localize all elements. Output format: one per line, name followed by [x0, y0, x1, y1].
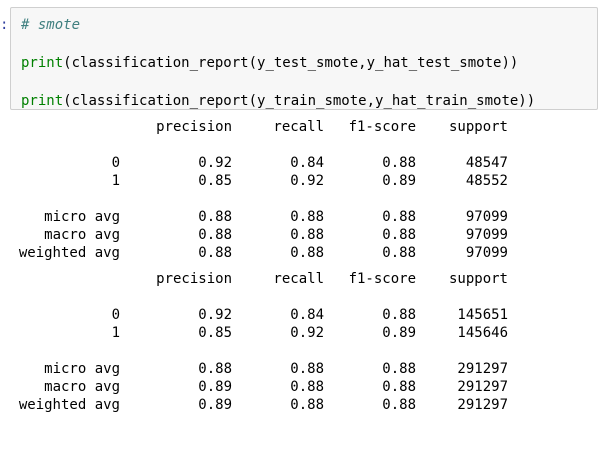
code-line-test-report: print(classification_report(y_test_smote… — [21, 54, 597, 73]
code-comment: # smote — [21, 17, 81, 33]
report-cell-recall: 0.92 — [290, 173, 324, 189]
report-cell-f1: 0.88 — [382, 155, 416, 171]
report-cell-f1: 0.88 — [382, 307, 416, 323]
report-cell-precision: 0.88 — [198, 245, 232, 261]
report-cell-recall: 0.88 — [290, 245, 324, 261]
report-column-header: precision — [156, 119, 232, 135]
report-column-header: f1-score — [348, 119, 416, 135]
report-spacer — [10, 288, 570, 306]
report-cell-support: 97099 — [465, 227, 508, 243]
report-cell-support: 291297 — [457, 379, 508, 395]
report-cell-label: micro avg — [44, 209, 120, 225]
code-cell-input[interactable]: # smote print(classification_report(y_te… — [10, 7, 598, 110]
classification-report-train: precision recall f1-score support 0 0.92 0.84 0… — [10, 270, 570, 414]
report-cell-precision: 0.88 — [198, 227, 232, 243]
report-class-row: 1 0.85 0.92 0.89 145646 — [10, 324, 570, 342]
report-cell-support: 48547 — [465, 155, 508, 171]
print-keyword: print — [21, 93, 64, 109]
report-header-row: precision recall f1-score support — [10, 270, 570, 288]
report-cell-f1: 0.88 — [382, 209, 416, 225]
report-cell-label: weighted avg — [18, 245, 120, 261]
report-average-row: micro avg 0.88 0.88 0.88 97099 — [10, 208, 570, 226]
report-cell-support: 97099 — [465, 245, 508, 261]
report-header-row: precision recall f1-score support — [10, 118, 570, 136]
report-class-row: 0 0.92 0.84 0.88 145651 — [10, 306, 570, 324]
report-cell-recall: 0.88 — [290, 227, 324, 243]
report-cell-precision: 0.88 — [198, 209, 232, 225]
report-cell-recall: 0.84 — [290, 155, 324, 171]
report-cell-support: 145651 — [457, 307, 508, 323]
report-cell-label: 1 — [111, 325, 120, 341]
report-cell-label: 1 — [111, 173, 120, 189]
report-spacer — [10, 190, 570, 208]
classification-report-test: precision recall f1-score support 0 0.92 0.84 0… — [10, 118, 570, 262]
report-spacer — [10, 342, 570, 360]
cell-output: precision recall f1-score support 0 0.92 0.84 0… — [10, 118, 590, 414]
report-cell-label: macro avg — [44, 227, 120, 243]
report-cell-support: 97099 — [465, 209, 508, 225]
report-spacer — [10, 136, 570, 154]
report-cell-f1: 0.88 — [382, 227, 416, 243]
report-cell-f1: 0.89 — [382, 325, 416, 341]
cell-prompt: : — [0, 17, 9, 33]
report-cell-recall: 0.88 — [290, 209, 324, 225]
report-cell-precision: 0.92 — [198, 307, 232, 323]
report-column-header: support — [448, 271, 508, 287]
report-column-header: recall — [273, 119, 324, 135]
report-cell-recall: 0.84 — [290, 307, 324, 323]
report-cell-precision: 0.85 — [198, 325, 232, 341]
report-average-row: macro avg 0.89 0.88 0.88 291297 — [10, 378, 570, 396]
code-line-test-args: (classification_report(y_test_smote,y_ha… — [63, 55, 519, 71]
report-cell-f1: 0.89 — [382, 173, 416, 189]
report-cell-label: macro avg — [44, 379, 120, 395]
report-cell-precision: 0.88 — [198, 361, 232, 377]
report-cell-label: 0 — [111, 307, 120, 323]
report-cell-label: 0 — [111, 155, 120, 171]
report-cell-f1: 0.88 — [382, 361, 416, 377]
report-separator — [10, 262, 590, 270]
report-column-header: recall — [273, 271, 324, 287]
report-cell-f1: 0.88 — [382, 379, 416, 395]
report-cell-label: micro avg — [44, 361, 120, 377]
report-cell-support: 48552 — [465, 173, 508, 189]
report-column-header: f1-score — [348, 271, 416, 287]
report-column-header: support — [448, 119, 508, 135]
code-line-train-args: (classification_report(y_train_smote,y_h… — [63, 93, 536, 109]
report-average-row: macro avg 0.88 0.88 0.88 97099 — [10, 226, 570, 244]
code-line-train-report: print(classification_report(y_train_smot… — [21, 92, 597, 111]
report-cell-label: weighted avg — [18, 397, 120, 413]
report-cell-recall: 0.88 — [290, 361, 324, 377]
report-cell-recall: 0.92 — [290, 325, 324, 341]
report-cell-recall: 0.88 — [290, 379, 324, 395]
report-average-row: weighted avg 0.88 0.88 0.88 97099 — [10, 244, 570, 262]
report-cell-f1: 0.88 — [382, 397, 416, 413]
report-cell-precision: 0.92 — [198, 155, 232, 171]
report-cell-support: 145646 — [457, 325, 508, 341]
print-keyword: print — [21, 55, 64, 71]
report-cell-precision: 0.89 — [198, 397, 232, 413]
report-class-row: 1 0.85 0.92 0.89 48552 — [10, 172, 570, 190]
report-cell-support: 291297 — [457, 397, 508, 413]
classification-reports: precision recall f1-score support 0 0.92 0.84 0… — [10, 118, 590, 414]
report-column-header: precision — [156, 271, 232, 287]
report-average-row: micro avg 0.88 0.88 0.88 291297 — [10, 360, 570, 378]
report-cell-recall: 0.88 — [290, 397, 324, 413]
report-average-row: weighted avg 0.89 0.88 0.88 291297 — [10, 396, 570, 414]
report-class-row: 0 0.92 0.84 0.88 48547 — [10, 154, 570, 172]
report-cell-support: 291297 — [457, 361, 508, 377]
report-cell-precision: 0.89 — [198, 379, 232, 395]
report-cell-precision: 0.85 — [198, 173, 232, 189]
report-cell-f1: 0.88 — [382, 245, 416, 261]
